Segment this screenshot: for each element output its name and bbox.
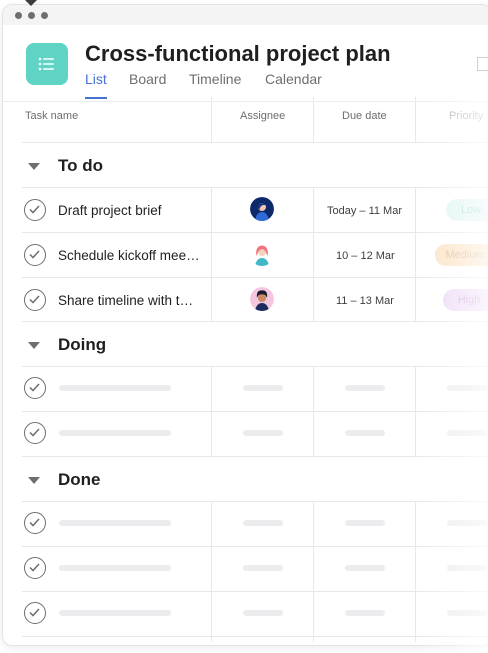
column-divider <box>211 502 212 642</box>
task-name[interactable]: Share timeline with teammates <box>58 293 200 308</box>
skeleton-bar <box>345 610 385 616</box>
list-icon <box>38 57 54 71</box>
skeleton-bar <box>243 610 283 616</box>
row-divider <box>22 277 488 278</box>
section-title: Done <box>58 470 101 489</box>
collapse-triangle-icon[interactable] <box>28 342 40 349</box>
row-divider <box>22 636 488 637</box>
skeleton-bar <box>345 430 385 436</box>
skeleton-bar <box>243 430 283 436</box>
row-divider <box>22 142 488 143</box>
tab-calendar[interactable]: Calendar <box>265 71 322 87</box>
window-control-dot[interactable] <box>41 12 48 19</box>
column-divider <box>313 97 314 143</box>
due-date[interactable]: 11 – 13 Mar <box>336 295 394 307</box>
column-header-task-name[interactable]: Task name <box>25 110 78 122</box>
skeleton-bar <box>243 520 283 526</box>
row-divider <box>22 232 488 233</box>
column-divider <box>211 188 212 322</box>
complete-checkbox-icon[interactable] <box>24 289 46 311</box>
complete-checkbox-icon[interactable] <box>24 199 46 221</box>
row-divider <box>22 591 488 592</box>
project-title: Cross-functional project plan <box>85 41 391 66</box>
skeleton-bar <box>59 565 171 571</box>
column-header-assignee[interactable]: Assignee <box>240 110 285 122</box>
skeleton-bar <box>447 430 487 436</box>
cursor-pointer-icon <box>25 0 37 6</box>
tab-list[interactable]: List <box>85 71 107 99</box>
assignee-avatar[interactable] <box>250 242 274 266</box>
due-date[interactable]: 10 – 12 Mar <box>336 250 395 262</box>
complete-checkbox-icon[interactable] <box>24 557 46 579</box>
tab-board[interactable]: Board <box>129 71 166 87</box>
skeleton-bar <box>447 520 487 526</box>
row-divider <box>22 321 488 322</box>
skeleton-bar <box>243 565 283 571</box>
priority-badge[interactable]: Medium <box>435 244 488 266</box>
skeleton-bar <box>345 385 385 391</box>
row-divider <box>22 456 488 457</box>
priority-badge[interactable]: Low <box>446 199 488 221</box>
window-control-dot[interactable] <box>28 12 35 19</box>
column-divider <box>415 367 416 457</box>
column-divider <box>415 502 416 642</box>
tab-timeline[interactable]: Timeline <box>189 71 241 87</box>
column-divider <box>313 502 314 642</box>
row-divider <box>22 546 488 547</box>
column-divider <box>415 188 416 322</box>
complete-checkbox-icon[interactable] <box>24 377 46 399</box>
complete-checkbox-icon[interactable] <box>24 602 46 624</box>
column-divider <box>211 97 212 143</box>
due-date[interactable]: Today – 11 Mar <box>327 205 402 217</box>
broken-image-icon <box>477 57 488 71</box>
assignee-avatar[interactable] <box>250 197 274 221</box>
complete-checkbox-icon[interactable] <box>24 422 46 444</box>
column-header-priority[interactable]: Priority <box>449 110 483 122</box>
skeleton-bar <box>345 520 385 526</box>
section-title: To do <box>58 156 103 175</box>
window-control-dot[interactable] <box>15 12 22 19</box>
priority-badge[interactable]: High <box>443 289 488 311</box>
column-divider <box>415 97 416 143</box>
complete-checkbox-icon[interactable] <box>24 512 46 534</box>
skeleton-bar <box>447 385 487 391</box>
skeleton-bar <box>447 565 487 571</box>
row-divider <box>22 366 488 367</box>
row-divider <box>22 411 488 412</box>
skeleton-bar <box>59 430 171 436</box>
column-divider <box>313 188 314 322</box>
skeleton-bar <box>243 385 283 391</box>
skeleton-bar <box>59 520 171 526</box>
assignee-avatar[interactable] <box>250 287 274 311</box>
skeleton-bar <box>59 610 171 616</box>
window-titlebar <box>3 5 488 25</box>
skeleton-bar <box>447 610 487 616</box>
project-icon <box>26 43 68 85</box>
row-divider <box>22 187 488 188</box>
column-divider <box>313 367 314 457</box>
skeleton-bar <box>59 385 171 391</box>
section-title: Doing <box>58 335 107 354</box>
column-divider <box>211 367 212 457</box>
task-name[interactable]: Draft project brief <box>58 203 200 218</box>
skeleton-bar <box>345 565 385 571</box>
row-divider <box>22 501 488 502</box>
column-header-due-date[interactable]: Due date <box>342 110 387 122</box>
complete-checkbox-icon[interactable] <box>24 244 46 266</box>
collapse-triangle-icon[interactable] <box>28 163 40 170</box>
task-name[interactable]: Schedule kickoff meeting <box>58 248 200 263</box>
collapse-triangle-icon[interactable] <box>28 477 40 484</box>
